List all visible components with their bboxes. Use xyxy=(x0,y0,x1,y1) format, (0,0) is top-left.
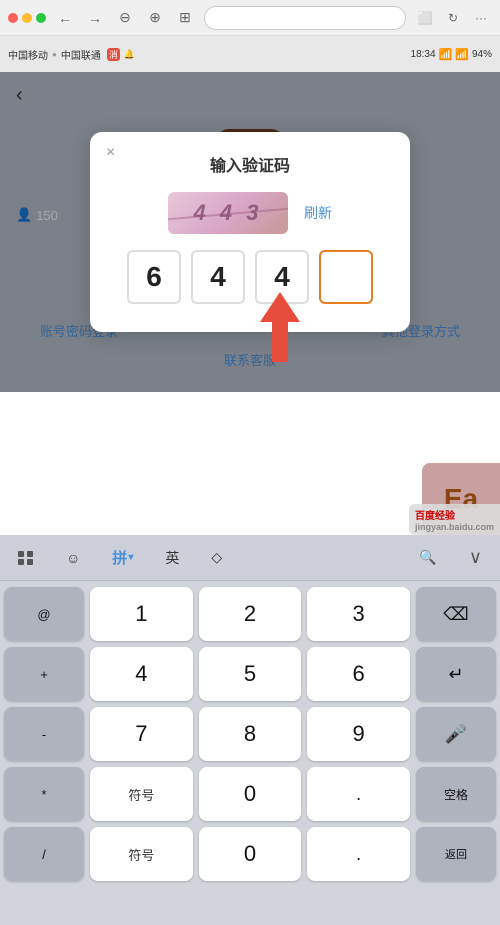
key-slash[interactable]: / xyxy=(4,827,84,881)
close-dot[interactable] xyxy=(8,13,18,23)
browser-actions: ⬜ ↻ ··· xyxy=(414,7,492,29)
key-return[interactable]: 返回 xyxy=(416,827,496,881)
pinyin-arrow-icon: ▾ xyxy=(128,552,133,563)
key-6[interactable]: 6 xyxy=(307,647,410,701)
ime-english-button[interactable]: 英 xyxy=(157,544,187,572)
ime-emoji-button[interactable]: ☺ xyxy=(58,546,88,570)
key-plus[interactable]: + xyxy=(4,647,84,701)
omnibar[interactable] xyxy=(204,6,406,30)
key-voice[interactable]: 🎤 xyxy=(416,707,496,761)
keyboard-area: ☺ 拼 ▾ 英 ◇ 🔍 ∨ @ 1 2 3 ⌫ + 4 5 6 ↵ xyxy=(0,535,500,925)
nav-back-button[interactable]: ← xyxy=(54,7,76,29)
keyboard-row-4: * 符号 0 . 空格 xyxy=(4,767,496,821)
view-toggle-button[interactable]: ⊞ xyxy=(174,7,196,29)
refresh-button[interactable]: ↻ xyxy=(442,7,464,29)
share-button[interactable]: ⬜ xyxy=(414,7,436,29)
maximize-dot[interactable] xyxy=(36,13,46,23)
modal-close-button[interactable]: × xyxy=(106,144,115,162)
app-area: ‹ ✈ 基金 👤 150 × 输入验证码 4 4 3 刷新 6 xyxy=(0,72,500,392)
more-button[interactable]: ··· xyxy=(470,7,492,29)
baidu-brand: 百度经验 xyxy=(415,507,494,522)
battery-label: 94% xyxy=(472,49,492,60)
zoom-out-button[interactable]: ⊖ xyxy=(114,7,136,29)
key-dot[interactable]: . xyxy=(307,767,410,821)
baidu-watermark: 百度经验 jingyan.baidu.com xyxy=(409,504,500,535)
captcha-area: 4 4 3 刷新 xyxy=(110,192,390,234)
key-at[interactable]: @ xyxy=(4,587,84,641)
baidu-url: jingyan.baidu.com xyxy=(415,522,494,532)
key-0[interactable]: 0 xyxy=(199,767,302,821)
keyboard-row-2: + 4 5 6 ↵ xyxy=(4,647,496,701)
search-icon: 🔍 xyxy=(419,549,436,566)
signal-icon: 📶 xyxy=(455,48,469,61)
red-arrow xyxy=(250,292,310,362)
zoom-in-button[interactable]: ⊕ xyxy=(144,7,166,29)
modal-overlay: × 输入验证码 4 4 3 刷新 6 4 4 xyxy=(0,72,500,392)
key-8[interactable]: 8 xyxy=(199,707,302,761)
ime-search-button[interactable]: 🔍 xyxy=(411,545,444,570)
key-7[interactable]: 7 xyxy=(90,707,193,761)
keyboard-row-1: @ 1 2 3 ⌫ xyxy=(4,587,496,641)
minimize-dot[interactable] xyxy=(22,13,32,23)
key-4[interactable]: 4 xyxy=(90,647,193,701)
ime-collapse-button[interactable]: ∨ xyxy=(461,543,490,572)
wifi-icon: 📶 xyxy=(439,48,453,61)
browser-nav: ← → ⊖ ⊕ ⊞ xyxy=(54,7,196,29)
time-display: 18:34 xyxy=(411,49,436,60)
key-1[interactable]: 1 xyxy=(90,587,193,641)
window-controls xyxy=(8,13,46,23)
key-symbols2[interactable]: 符号 xyxy=(90,827,193,881)
ime-toolbar: ☺ 拼 ▾ 英 ◇ 🔍 ∨ xyxy=(0,535,500,581)
code-box-4[interactable] xyxy=(319,250,373,304)
browser-chrome: ← → ⊖ ⊕ ⊞ ⬜ ↻ ··· xyxy=(0,0,500,36)
carrier2-label: 中国联通 xyxy=(61,47,101,62)
key-0b[interactable]: 0 xyxy=(199,827,302,881)
ime-grid-button[interactable] xyxy=(10,547,42,569)
key-5[interactable]: 5 xyxy=(199,647,302,701)
captcha-refresh-button[interactable]: 刷新 xyxy=(304,203,332,223)
status-left: 中国移动 ● 中国联通 消 🔔 xyxy=(8,47,135,62)
ime-symbols-button[interactable]: ◇ xyxy=(203,545,230,570)
key-2[interactable]: 2 xyxy=(199,587,302,641)
key-9[interactable]: 9 xyxy=(307,707,410,761)
carrier1-label: 中国移动 xyxy=(8,47,48,62)
pinyin-label: 拼 xyxy=(112,547,127,568)
status-bar: 中国移动 ● 中国联通 消 🔔 18:34 📶 📶 94% xyxy=(0,36,500,72)
keyboard-row-3: - 7 8 9 🎤 xyxy=(4,707,496,761)
key-enter[interactable]: ↵ xyxy=(416,647,496,701)
key-symbols[interactable]: 符号 xyxy=(90,767,193,821)
key-3[interactable]: 3 xyxy=(307,587,410,641)
key-space[interactable]: 空格 xyxy=(416,767,496,821)
code-box-1[interactable]: 6 xyxy=(127,250,181,304)
keyboard-row-5: / 符号 0 . 返回 xyxy=(4,827,496,881)
status-right: 18:34 📶 📶 94% xyxy=(411,48,492,61)
key-backspace[interactable]: ⌫ xyxy=(416,587,496,641)
captcha-image[interactable]: 4 4 3 xyxy=(168,192,288,234)
modal-title: 输入验证码 xyxy=(110,152,390,176)
code-box-2[interactable]: 4 xyxy=(191,250,245,304)
num-keyboard: @ 1 2 3 ⌫ + 4 5 6 ↵ - 7 8 9 🎤 * 符号 0 . xyxy=(0,581,500,893)
key-minus[interactable]: - xyxy=(4,707,84,761)
verification-modal: × 输入验证码 4 4 3 刷新 6 4 4 xyxy=(90,132,410,332)
ime-pinyin-button[interactable]: 拼 ▾ xyxy=(104,543,141,572)
key-asterisk[interactable]: * xyxy=(4,767,84,821)
key-dot2[interactable]: . xyxy=(307,827,410,881)
nav-forward-button[interactable]: → xyxy=(84,7,106,29)
